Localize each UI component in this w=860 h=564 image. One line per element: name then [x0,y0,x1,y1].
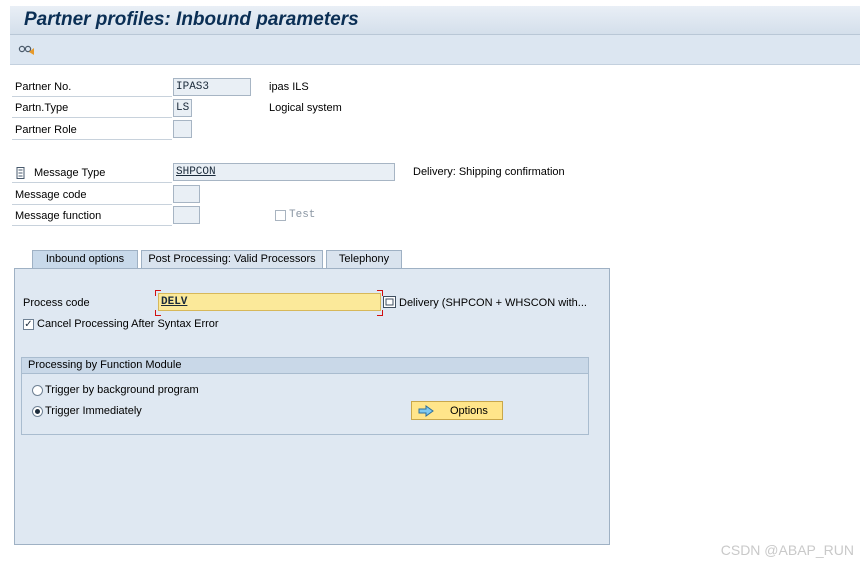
options-button[interactable]: Options [411,401,503,420]
tab-post-processing[interactable]: Post Processing: Valid Processors [141,250,323,268]
test-label: Test [289,209,316,221]
message-type-field[interactable]: SHPCON [173,163,395,181]
watermark: CSDN @ABAP_RUN [720,542,854,558]
partner-type-description: Logical system [269,102,342,114]
message-code-label: Message code [12,185,172,205]
arrow-right-icon [418,405,434,420]
message-type-icon [16,167,25,182]
value-help-icon[interactable] [383,296,396,311]
processing-group-box: Processing by Function Module Trigger by… [21,357,589,435]
trigger-immediately-label: Trigger Immediately [45,405,142,417]
trigger-background-radio[interactable] [32,385,43,396]
process-code-field[interactable]: DELV [158,293,381,311]
tab-telephony[interactable]: Telephony [326,250,402,268]
trigger-immediately-radio[interactable] [32,406,43,417]
message-type-label: Message Type [12,163,172,183]
partner-role-field[interactable] [173,120,192,138]
partner-type-label: Partn.Type [12,98,172,118]
process-code-description: Delivery (SHPCON + WHSCON with... [399,297,587,309]
tab-inbound-options[interactable]: Inbound options [32,250,138,268]
trigger-background-label: Trigger by background program [45,384,199,396]
message-type-description: Delivery: Shipping confirmation [413,166,565,178]
partner-role-label: Partner Role [12,120,172,140]
test-checkbox[interactable] [275,210,286,221]
group-box-title: Processing by Function Module [22,358,588,374]
cancel-processing-checkbox[interactable]: ✓ [23,319,34,330]
message-code-field[interactable] [173,185,200,203]
partner-type-field[interactable]: LS [173,99,192,117]
execute-glasses-icon[interactable] [18,41,36,57]
page-title: Partner profiles: Inbound parameters [24,9,359,30]
partner-no-label: Partner No. [12,77,172,97]
message-function-field[interactable] [173,206,200,224]
cancel-processing-label: Cancel Processing After Syntax Error [37,318,219,330]
partner-no-field[interactable]: IPAS3 [173,78,251,96]
application-toolbar [10,35,860,65]
process-code-label: Process code [23,297,90,309]
title-bar: Partner profiles: Inbound parameters [10,6,860,35]
partner-no-description: ipas ILS [269,81,309,93]
options-button-label: Options [450,405,488,417]
message-function-label: Message function [12,206,172,226]
focus-corner-marker [155,290,161,296]
